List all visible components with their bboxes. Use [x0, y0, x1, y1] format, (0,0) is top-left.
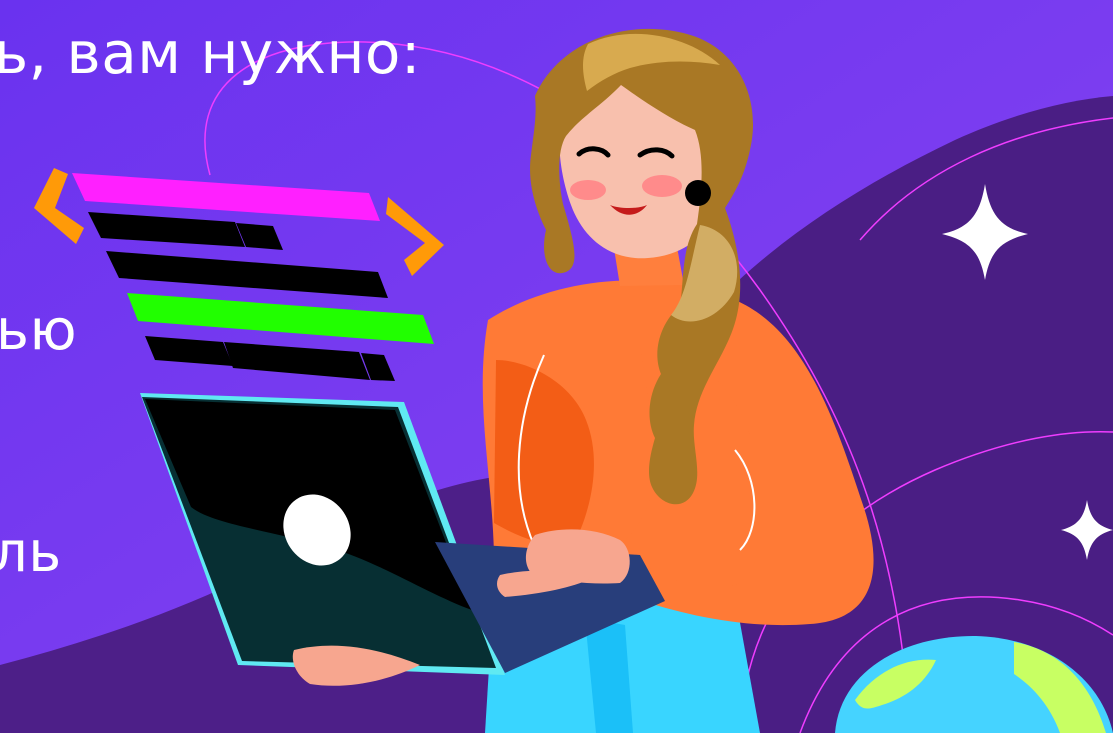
illustration-canvas: ь, вам нужно: ью ль: [0, 0, 1113, 733]
earring: [685, 180, 711, 206]
heading-text: ь, вам нужно:: [0, 19, 421, 87]
requirement-text-2: ль: [0, 520, 62, 585]
illustration-scene: [0, 0, 1113, 733]
requirement-text-1: ью: [0, 298, 78, 363]
person-cheek-right: [642, 175, 682, 197]
person-cheek-left: [570, 180, 606, 200]
